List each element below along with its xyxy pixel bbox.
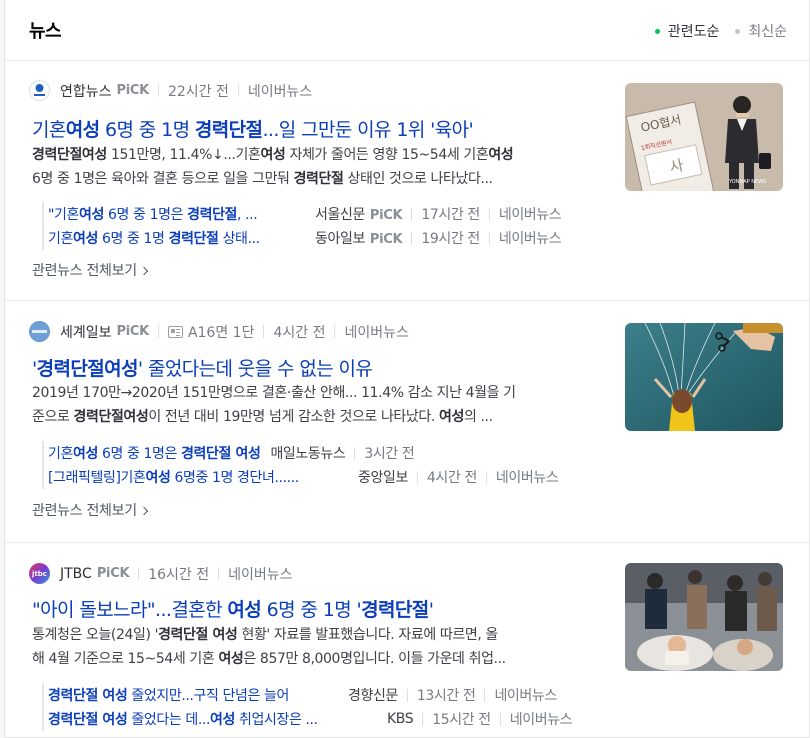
source-name[interactable]: JTBC — [60, 566, 92, 582]
related-news-item: 기혼여성 6명 중 1명 경력단절 상태... 동아일보 PiCK 19시간 전 … — [48, 226, 562, 250]
related-title[interactable]: 경력단절 여성 줄었지만...구직 단념은 늘어 — [48, 685, 344, 705]
related-source[interactable]: 경향신문 — [348, 685, 398, 705]
active-dot-icon — [654, 28, 660, 34]
news-header: 뉴스 관련도순 최신순 — [5, 0, 809, 61]
news-item: jtbc JTBC PiCK 16시간 전 네이버뉴스 "아이 돌보느라"...… — [5, 543, 809, 737]
jtbc-logo-icon[interactable]: jtbc — [29, 563, 50, 584]
related-news-list: 경력단절 여성 줄었지만...구직 단념은 늘어 경향신문 13시간 전 네이버… — [42, 683, 573, 731]
section-title: 뉴스 — [29, 21, 62, 42]
related-source[interactable]: 매일노동뉴스 — [270, 443, 345, 463]
watermark-text: YONHAP NEWS — [728, 179, 766, 185]
related-news-list: 기혼여성 6명 중 1명은 경력단절 여성 매일노동뉴스 3시간 전 [그래픽텔… — [42, 441, 559, 489]
divider — [157, 325, 159, 338]
article-thumbnail[interactable] — [625, 563, 783, 671]
related-title[interactable]: 기혼여성 6명 중 1명 경력단절 상태... — [48, 228, 301, 248]
divider — [218, 567, 220, 580]
pick-badge: PiCK — [96, 566, 130, 581]
related-news-item: 기혼여성 6명 중 1명은 경력단절 여성 매일노동뉴스 3시간 전 — [48, 441, 558, 465]
chevron-right-icon — [139, 266, 149, 275]
more-related-news-link[interactable]: 관련뉴스 전체보기 — [32, 500, 149, 520]
related-news-item: 경력단절 여성 줄었지만...구직 단념은 늘어 경향신문 13시간 전 네이버… — [48, 683, 572, 707]
yonhap-logo-icon[interactable] — [29, 80, 50, 101]
related-news-item: "기혼여성 6명 중 1명은 경력단절, ... 서울신문 PiCK 17시간 전… — [48, 202, 562, 226]
article-thumbnail[interactable]: OO협서 1회직선원서 사 YONHAP NEWS — [625, 83, 783, 191]
sort-latest-button[interactable]: 최신순 — [735, 21, 787, 41]
pick-badge: PiCK — [116, 324, 150, 339]
sort-options: 관련도순 최신순 — [654, 21, 787, 41]
article-time: 16시간 전 — [148, 566, 210, 583]
news-item: 세계일보 PiCK A16면 1단 4시간 전 네이버뉴스 '경력단절여성' 줄… — [5, 301, 809, 543]
related-source[interactable]: 동아일보 PiCK — [315, 228, 403, 248]
pick-badge: PiCK — [116, 83, 150, 98]
portal-link[interactable]: 네이버뉴스 — [510, 709, 573, 729]
related-news-list: "기혼여성 6명 중 1명은 경력단절, ... 서울신문 PiCK 17시간 전… — [42, 202, 562, 250]
related-title[interactable]: "기혼여성 6명 중 1명은 경력단절, ... — [48, 204, 301, 224]
portal-link[interactable]: 네이버뉴스 — [494, 685, 557, 705]
chevron-right-icon — [139, 506, 149, 515]
article-time: 22시간 전 — [167, 83, 229, 100]
inactive-dot-icon — [735, 28, 741, 34]
portal-link[interactable]: 네이버뉴스 — [499, 228, 562, 248]
paper-section: A16면 1단 — [187, 324, 255, 341]
article-source: 세계일보 PiCK A16면 1단 4시간 전 네이버뉴스 — [29, 321, 409, 342]
divider — [334, 325, 336, 338]
article-title[interactable]: 기혼여성 6명 중 1명 경력단절...일 그만둔 이유 1위 '육아' — [32, 115, 474, 142]
segye-logo-icon[interactable] — [29, 321, 50, 342]
sort-relevance-button[interactable]: 관련도순 — [654, 21, 719, 41]
article-title[interactable]: "아이 돌보느라"...결혼한 여성 6명 중 1명 '경력단절' — [32, 595, 434, 622]
divider — [138, 567, 140, 580]
portal-link[interactable]: 네이버뉴스 — [248, 81, 312, 101]
related-title[interactable]: [그래픽텔링]기혼여성 6명중 1명 경단녀...... — [48, 467, 344, 487]
article-title[interactable]: '경력단절여성' 줄었다는데 웃을 수 없는 이유 — [32, 354, 373, 381]
article-description: 통계청은 오늘(24일) '경력단절 여성 현황' 자료를 발표했습니다. 자료… — [32, 627, 506, 667]
article-description: 2019년 170만→2020년 151만명으로 결혼·출산 안해... 11.… — [32, 385, 516, 425]
related-source[interactable]: KBS — [387, 711, 414, 727]
article-source: jtbc JTBC PiCK 16시간 전 네이버뉴스 — [29, 563, 293, 584]
related-title[interactable]: 경력단절 여성 줄었다는 데...여성 취업시장은 ... — [48, 709, 373, 729]
source-name[interactable]: 세계일보 — [60, 322, 112, 342]
divider — [263, 325, 265, 338]
article-source: 연합뉴스 PiCK 22시간 전 네이버뉴스 — [29, 80, 312, 101]
related-title[interactable]: 기혼여성 6명 중 1명은 경력단절 여성 — [48, 443, 260, 463]
related-news-item: 경력단절 여성 줄었다는 데...여성 취업시장은 ... KBS 15시간 전… — [48, 709, 573, 729]
related-source[interactable]: 중앙일보 — [358, 467, 408, 487]
related-source[interactable]: 서울신문 PiCK — [315, 204, 403, 224]
portal-link[interactable]: 네이버뉴스 — [344, 322, 408, 342]
more-related-news-link[interactable]: 관련뉴스 전체보기 — [32, 260, 149, 280]
divider — [157, 84, 159, 97]
divider — [237, 84, 239, 97]
related-news-item: [그래픽텔링]기혼여성 6명중 1명 경단녀...... 중앙일보 4시간 전 … — [48, 465, 559, 489]
newspaper-icon — [167, 325, 183, 338]
news-item: 연합뉴스 PiCK 22시간 전 네이버뉴스 기혼여성 6명 중 1명 경력단절… — [5, 61, 809, 301]
portal-link[interactable]: 네이버뉴스 — [499, 204, 562, 224]
article-time: 4시간 전 — [273, 324, 326, 341]
article-description: 경력단절여성 151만명, 11.4%↓...기혼여성 자체가 줄어든 영향 1… — [32, 147, 514, 187]
source-name[interactable]: 연합뉴스 — [60, 81, 112, 101]
article-thumbnail[interactable] — [625, 323, 783, 431]
portal-link[interactable]: 네이버뉴스 — [496, 467, 559, 487]
portal-link[interactable]: 네이버뉴스 — [228, 564, 292, 584]
news-panel: 뉴스 관련도순 최신순 연합뉴스 PiCK 22시간 전 네이버뉴스 기혼여성 … — [4, 0, 810, 738]
